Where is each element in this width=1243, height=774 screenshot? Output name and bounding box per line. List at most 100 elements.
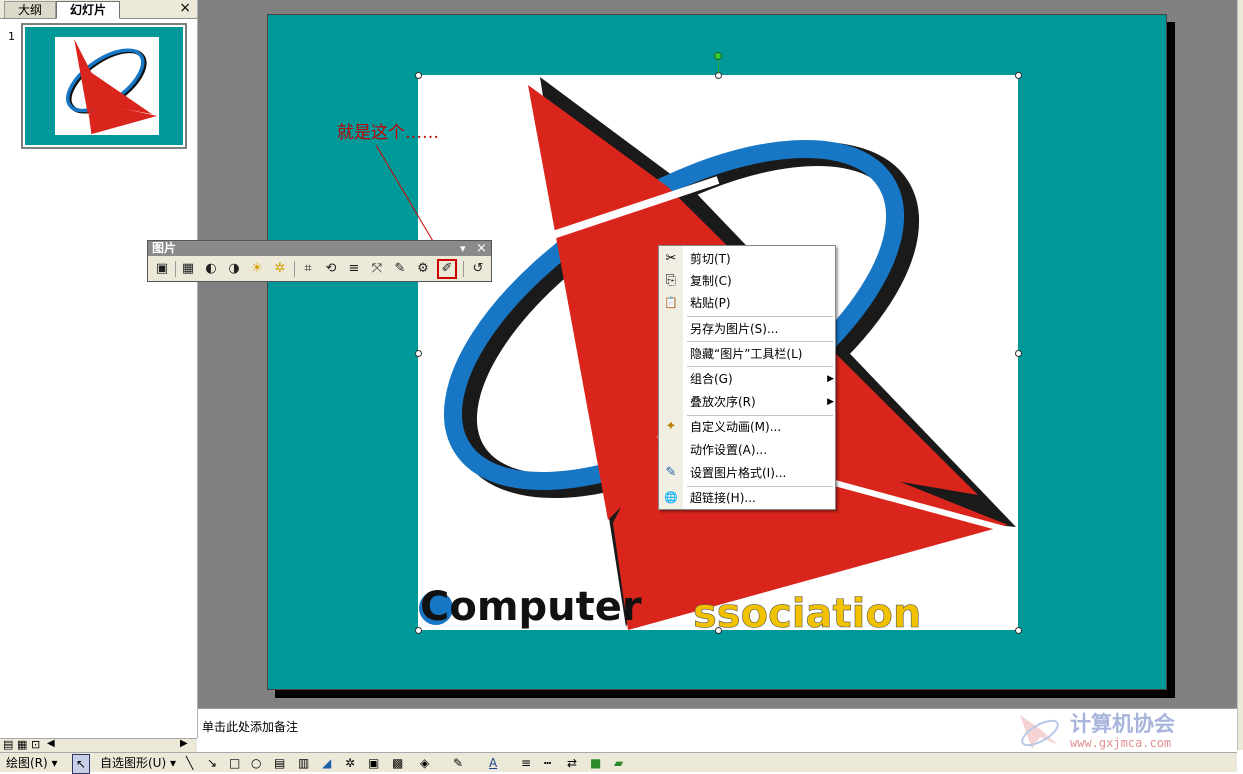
notes-placeholder[interactable]: 单击此处添加备注 bbox=[202, 718, 298, 735]
crop-icon[interactable]: ⌗ bbox=[298, 259, 318, 279]
resize-handle-bottom[interactable] bbox=[715, 627, 722, 634]
resize-handle-bottom-right[interactable] bbox=[1015, 627, 1022, 634]
wordart-icon[interactable]: ◢ bbox=[322, 754, 331, 772]
custom-animation-icon: ✦ bbox=[665, 419, 677, 434]
line-style-icon[interactable]: ≡ bbox=[344, 259, 364, 279]
thumbnail-logo bbox=[55, 37, 159, 135]
line-color-icon[interactable]: ✎ bbox=[453, 754, 463, 772]
recolor-picture-icon[interactable]: ✎ bbox=[390, 259, 410, 279]
set-transparent-color-icon[interactable]: ✐ bbox=[437, 259, 457, 279]
slide-sorter-view-icon[interactable]: ▦ bbox=[17, 738, 27, 751]
less-brightness-icon[interactable]: ✲ bbox=[270, 259, 290, 279]
scroll-left-icon[interactable]: ◀ bbox=[47, 738, 55, 749]
draw-menu-button[interactable]: 绘图(R) ▾ bbox=[6, 754, 58, 772]
more-brightness-icon[interactable]: ☀ bbox=[247, 259, 267, 279]
compress-pictures-icon[interactable]: ⤧ bbox=[367, 259, 387, 279]
dropdown-icon: ▾ bbox=[51, 756, 58, 770]
clip-art-icon[interactable]: ▣ bbox=[368, 754, 379, 772]
close-icon[interactable]: × bbox=[476, 241, 487, 256]
slide-thumbnail[interactable] bbox=[21, 23, 187, 149]
shadow-style-icon[interactable]: ■ bbox=[590, 754, 601, 772]
rotate-left-icon[interactable]: ⟲ bbox=[321, 259, 341, 279]
less-contrast-icon[interactable]: ◑ bbox=[224, 259, 244, 279]
rotation-handle[interactable] bbox=[714, 52, 722, 60]
context-menu: ✂ 剪切(T) ⎘ 复制(C) 📋 粘贴(P) 另存为图片(S)... 隐藏“图… bbox=[658, 245, 836, 510]
submenu-arrow-icon: ▶ bbox=[827, 374, 834, 384]
close-icon[interactable]: × bbox=[179, 0, 191, 16]
insert-picture-icon[interactable]: ▩ bbox=[392, 754, 403, 772]
draw-menu-label: 绘图(R) bbox=[6, 756, 48, 770]
picture-toolbar: 图片 ▾ × ▣ ▦ ◐ ◑ ☀ ✲ ⌗ ⟲ ≡ ⤧ ✎ ⚙ ✐ ↺ bbox=[147, 240, 492, 282]
menu-item-copy[interactable]: 复制(C) bbox=[683, 270, 840, 292]
menu-item-hide-picture-toolbar[interactable]: 隐藏“图片”工具栏(L) bbox=[683, 343, 840, 365]
arrow-style-icon[interactable]: ⇄ bbox=[567, 754, 577, 772]
resize-handle-top-right[interactable] bbox=[1015, 72, 1022, 79]
logo-text-right: ssociation bbox=[693, 591, 921, 630]
picture-toolbar-buttons: ▣ ▦ ◐ ◑ ☀ ✲ ⌗ ⟲ ≡ ⤧ ✎ ⚙ ✐ ↺ bbox=[150, 258, 490, 280]
resize-handle-right[interactable] bbox=[1015, 350, 1022, 357]
site-watermark: 计算机协会 www.gxjmca.com bbox=[1018, 711, 1238, 751]
tab-outline[interactable]: 大纲 bbox=[4, 1, 56, 18]
copy-icon: ⎘ bbox=[665, 273, 677, 288]
toolbar-options-icon[interactable]: ▾ bbox=[460, 241, 466, 256]
3d-style-icon[interactable]: ▰ bbox=[614, 754, 623, 772]
slide-number: 1 bbox=[8, 30, 15, 43]
resize-handle-bottom-left[interactable] bbox=[415, 627, 422, 634]
diagram-icon[interactable]: ✲ bbox=[345, 754, 355, 772]
menu-item-cut[interactable]: 剪切(T) bbox=[683, 248, 840, 270]
reset-picture-icon[interactable]: ↺ bbox=[468, 259, 488, 279]
autoshapes-label: 自选图形(U) bbox=[100, 756, 167, 770]
annotation-label: 就是这个…… bbox=[337, 123, 439, 143]
thumbnail-logo-graphic bbox=[66, 38, 158, 135]
watermark-logo: 计算机协会 www.gxjmca.com bbox=[1020, 711, 1175, 750]
oval-icon[interactable]: ○ bbox=[251, 754, 261, 772]
more-contrast-icon[interactable]: ◐ bbox=[201, 259, 221, 279]
menu-item-action-settings[interactable]: 动作设置(A)... bbox=[683, 439, 840, 461]
menu-item-format-picture[interactable]: 设置图片格式(I)... bbox=[683, 462, 840, 484]
menu-item-hyperlink[interactable]: 超链接(H)... bbox=[683, 487, 840, 509]
watermark-title: 计算机协会 bbox=[1070, 711, 1175, 736]
menu-item-group[interactable]: 组合(G) ▶ bbox=[683, 368, 840, 390]
select-objects-icon[interactable]: ↖ bbox=[72, 754, 90, 774]
menu-item-save-as-picture[interactable]: 另存为图片(S)... bbox=[683, 318, 840, 340]
text-box-icon[interactable]: ▤ bbox=[274, 754, 285, 772]
thumbnail-background bbox=[25, 27, 183, 145]
rectangle-icon[interactable]: □ bbox=[229, 754, 240, 772]
picture-toolbar-titlebar[interactable]: 图片 ▾ × bbox=[148, 241, 491, 256]
watermark-url: www.gxjmca.com bbox=[1070, 736, 1171, 750]
submenu-arrow-icon: ▶ bbox=[827, 397, 834, 407]
normal-view-icon[interactable]: ▤ bbox=[3, 738, 13, 751]
slideshow-view-icon[interactable]: ⊡ bbox=[31, 738, 40, 751]
cut-icon: ✂ bbox=[665, 251, 677, 266]
paste-icon: 📋 bbox=[664, 296, 678, 309]
logo-text-left: Computer bbox=[420, 584, 642, 630]
hyperlink-icon: 🌐 bbox=[664, 491, 678, 504]
view-buttons-bar: ▤ ▦ ⊡ ◀ ▶ bbox=[0, 738, 197, 753]
menu-item-paste[interactable]: 粘贴(P) bbox=[683, 292, 840, 314]
vertical-text-box-icon[interactable]: ▥ bbox=[298, 754, 309, 772]
menu-item-custom-animation[interactable]: 自定义动画(M)... bbox=[683, 416, 840, 438]
menu-item-order-label: 叠放次序(R) bbox=[690, 395, 756, 409]
menu-item-order[interactable]: 叠放次序(R) ▶ bbox=[683, 391, 840, 413]
picture-toolbar-title: 图片 bbox=[152, 241, 177, 255]
resize-handle-left[interactable] bbox=[415, 350, 422, 357]
arrow-icon[interactable]: ↘ bbox=[207, 754, 217, 772]
line-icon[interactable]: ╲ bbox=[186, 754, 193, 772]
insert-picture-icon[interactable]: ▣ bbox=[152, 259, 172, 279]
rotation-stem bbox=[718, 59, 719, 74]
format-picture-icon: ✎ bbox=[665, 465, 677, 480]
resize-handle-top-left[interactable] bbox=[415, 72, 422, 79]
dash-style-icon[interactable]: ┅ bbox=[544, 754, 551, 772]
tab-slides[interactable]: 幻灯片 bbox=[56, 1, 120, 19]
scroll-right-icon[interactable]: ▶ bbox=[180, 738, 188, 749]
fill-color-icon[interactable]: ◈ bbox=[420, 754, 429, 772]
autoshapes-menu-button[interactable]: 自选图形(U) ▾ bbox=[100, 754, 176, 772]
color-icon[interactable]: ▦ bbox=[178, 259, 198, 279]
line-style-icon[interactable]: ≡ bbox=[521, 754, 531, 772]
panel-tab-bar: 大纲 幻灯片 × bbox=[0, 0, 197, 19]
dropdown-icon: ▾ bbox=[169, 756, 177, 770]
format-picture-icon[interactable]: ⚙ bbox=[413, 259, 433, 279]
vertical-scrollbar[interactable] bbox=[1237, 0, 1243, 750]
slides-panel: 大纲 幻灯片 × 1 bbox=[0, 0, 198, 738]
font-color-icon[interactable]: A bbox=[489, 754, 497, 772]
